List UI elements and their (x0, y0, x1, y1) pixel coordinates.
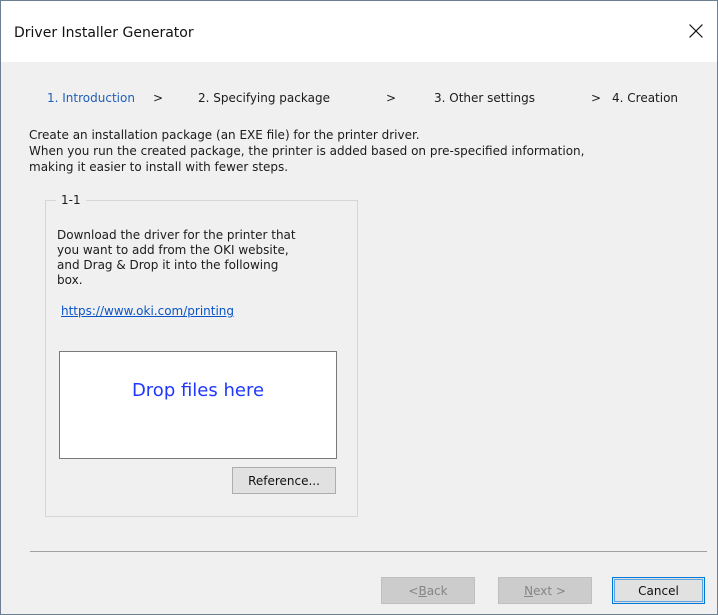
description-line: When you run the created package, the pr… (29, 144, 585, 158)
back-button[interactable]: < Back (381, 577, 475, 604)
instruction-line: you want to add from the OKI website, (57, 243, 289, 257)
driver-installer-window: Driver Installer Generator 1. Introducti… (0, 0, 718, 615)
oki-printing-link[interactable]: https://www.oki.com/printing (61, 304, 234, 318)
instruction-line: box. (57, 273, 83, 287)
close-button[interactable] (675, 14, 717, 48)
description-line: Create an installation package (an EXE f… (29, 128, 420, 142)
next-suffix: ext > (533, 583, 566, 598)
next-button[interactable]: Next > (498, 577, 592, 604)
reference-button[interactable]: Reference... (232, 467, 336, 494)
back-prefix: < (408, 583, 419, 598)
next-mnemonic: N (524, 583, 534, 598)
group-label: 1-1 (56, 192, 86, 208)
close-icon (689, 24, 703, 38)
step-creation: 4. Creation (612, 91, 679, 105)
footer-separator (30, 551, 707, 552)
driver-drop-zone[interactable]: Drop files here (59, 351, 337, 459)
drop-zone-text: Drop files here (131, 380, 265, 401)
step-other-settings: 3. Other settings (434, 91, 536, 105)
instruction-line: and Drag & Drop it into the following (57, 258, 279, 272)
driver-download-group: 1-1 Download the driver for the printer … (45, 192, 358, 517)
window-title: Driver Installer Generator (14, 25, 194, 41)
back-mnemonic: B (418, 583, 427, 598)
introduction-description: Create an installation package (an EXE f… (29, 127, 709, 175)
title-bar: Driver Installer Generator (1, 1, 717, 62)
cancel-button[interactable]: Cancel (612, 577, 705, 604)
step-separator-1: > (153, 91, 164, 105)
download-instruction: Download the driver for the printer that… (57, 228, 349, 288)
back-suffix: ack (426, 583, 448, 598)
instruction-line: Download the driver for the printer that (57, 228, 296, 242)
wizard-steps: 1. Introduction > 2. Specifying package … (1, 91, 717, 107)
step-specifying-package: 2. Specifying package (198, 91, 330, 105)
step-introduction: 1. Introduction (47, 91, 135, 105)
step-separator-3: > (591, 91, 602, 105)
description-line: making it easier to install with fewer s… (29, 160, 289, 174)
step-separator-2: > (386, 91, 397, 105)
